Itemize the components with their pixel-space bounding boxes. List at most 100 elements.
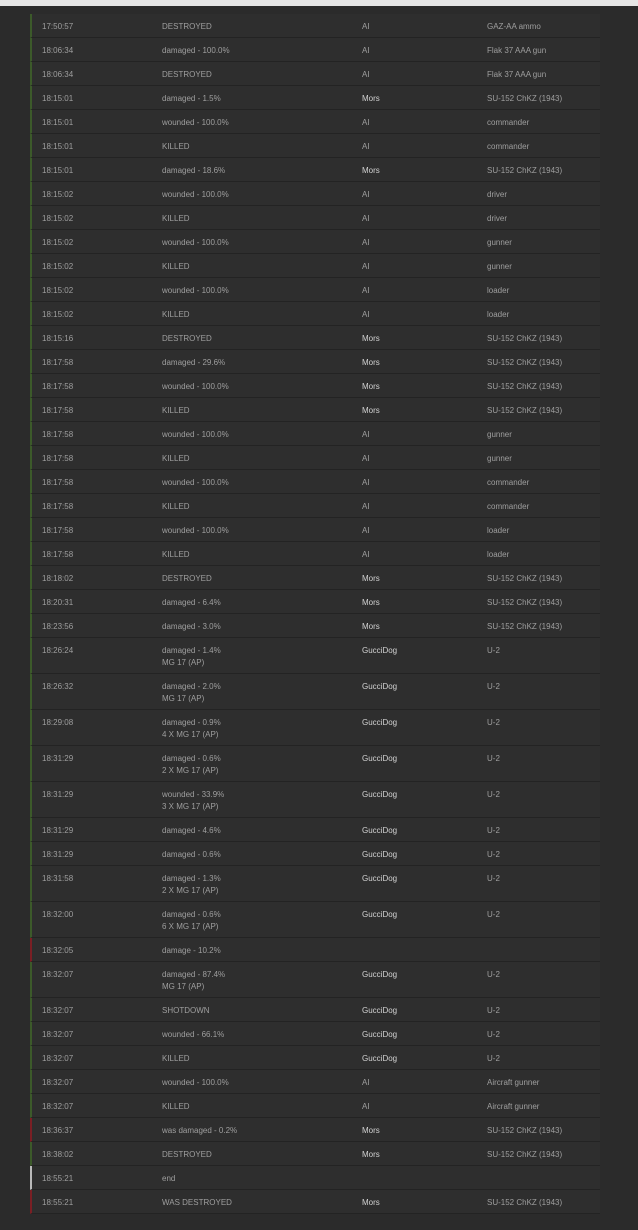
event-player: AI <box>362 1102 370 1111</box>
event-text: KILLED <box>162 142 190 151</box>
event-text: damaged - 100.0% <box>162 46 230 55</box>
event-weapon: 2 X MG 17 (AP) <box>162 886 219 895</box>
log-row: 18:17:58 KILLED Mors SU-152 ChKZ (1943) <box>30 398 600 422</box>
event-target: U-2 <box>487 718 500 727</box>
event-text: WAS DESTROYED <box>162 1198 232 1207</box>
event-time: 18:32:07 <box>42 1006 74 1015</box>
log-row: 18:15:01 damaged - 1.5% Mors SU-152 ChKZ (1… <box>30 86 600 110</box>
event-target: SU-152 ChKZ (1943) <box>487 1126 563 1135</box>
event-description: damaged - 0.6% <box>162 849 221 861</box>
event-text: wounded - 100.0% <box>162 238 229 247</box>
event-text: wounded - 100.0% <box>162 1078 229 1087</box>
event-description: DESTROYED <box>162 1149 212 1161</box>
event-player: AI <box>362 550 370 559</box>
event-text: wounded - 100.0% <box>162 526 229 535</box>
event-target: SU-152 ChKZ (1943) <box>487 406 563 415</box>
event-target: Aircraft gunner <box>487 1102 540 1111</box>
event-target: gunner <box>487 262 512 271</box>
log-row: 18:26:32 damaged - 2.0% MG 17 (AP) GucciDog… <box>30 674 600 710</box>
event-player: AI <box>362 118 370 127</box>
event-player: AI <box>362 526 370 535</box>
event-text: end <box>162 1174 176 1183</box>
event-description: wounded - 100.0% <box>162 189 229 201</box>
log-row: 18:31:29 damaged - 0.6% GucciDog U-2 <box>30 842 600 866</box>
event-text: damaged - 0.9% <box>162 718 221 727</box>
event-description: damaged - 4.6% <box>162 825 221 837</box>
event-target: SU-152 ChKZ (1943) <box>487 94 563 103</box>
event-time: 18:32:05 <box>42 946 74 955</box>
event-player: GucciDog <box>362 1054 398 1063</box>
event-description: WAS DESTROYED <box>162 1197 232 1209</box>
event-description: KILLED <box>162 1053 190 1065</box>
event-player: GucciDog <box>362 850 398 859</box>
event-weapon: 6 X MG 17 (AP) <box>162 922 219 931</box>
event-time: 18:31:29 <box>42 790 74 799</box>
event-text: KILLED <box>162 406 190 415</box>
event-text: was damaged - 0.2% <box>162 1126 238 1135</box>
log-row: 18:17:58 KILLED AI gunner <box>30 446 600 470</box>
event-text: KILLED <box>162 214 190 223</box>
event-text: damaged - 4.6% <box>162 826 221 835</box>
event-player: AI <box>362 142 370 151</box>
event-description: wounded - 100.0% <box>162 525 229 537</box>
event-player: AI <box>362 454 370 463</box>
event-description: SHOTDOWN <box>162 1005 210 1017</box>
event-time: 18:38:02 <box>42 1150 74 1159</box>
event-player: Mors <box>362 94 380 103</box>
event-player: GucciDog <box>362 718 398 727</box>
event-target: SU-152 ChKZ (1943) <box>487 598 563 607</box>
event-player: GucciDog <box>362 754 398 763</box>
event-weapon: 2 X MG 17 (AP) <box>162 766 219 775</box>
event-description: KILLED <box>162 1101 190 1113</box>
event-time: 18:06:34 <box>42 46 74 55</box>
event-time: 17:50:57 <box>42 22 74 31</box>
event-time: 18:55:21 <box>42 1174 74 1183</box>
event-target: SU-152 ChKZ (1943) <box>487 334 563 343</box>
event-time: 18:17:58 <box>42 430 74 439</box>
event-time: 18:17:58 <box>42 502 74 511</box>
event-target: U-2 <box>487 1030 500 1039</box>
event-target: commander <box>487 478 530 487</box>
event-description: damage - 10.2% <box>162 945 221 957</box>
event-weapon: MG 17 (AP) <box>162 658 205 667</box>
event-target: gunner <box>487 238 512 247</box>
event-text: damaged - 87.4% <box>162 970 226 979</box>
log-row: 18:29:08 damaged - 0.9% 4 X MG 17 (AP) Gucc… <box>30 710 600 746</box>
event-target: loader <box>487 526 510 535</box>
log-row: 18:15:02 wounded - 100.0% AI loader <box>30 278 600 302</box>
event-log: 17:50:57 DESTROYED AI GAZ-AA ammo 18:06:34 da… <box>30 14 600 1214</box>
event-text: damaged - 0.6% <box>162 850 221 859</box>
event-target: U-2 <box>487 874 500 883</box>
log-row: 18:32:07 damaged - 87.4% MG 17 (AP) GucciDo… <box>30 962 600 998</box>
event-target: SU-152 ChKZ (1943) <box>487 382 563 391</box>
log-row: 18:55:21 WAS DESTROYED Mors SU-152 ChKZ (19… <box>30 1190 600 1214</box>
log-row: 18:15:02 KILLED AI gunner <box>30 254 600 278</box>
event-target: U-2 <box>487 1054 500 1063</box>
event-description: damaged - 18.6% <box>162 165 225 177</box>
event-player: GucciDog <box>362 682 398 691</box>
event-text: damaged - 18.6% <box>162 166 226 175</box>
event-target: SU-152 ChKZ (1943) <box>487 574 563 583</box>
event-text: DESTROYED <box>162 70 212 79</box>
event-target: loader <box>487 550 510 559</box>
event-player: Mors <box>362 1198 380 1207</box>
event-description: KILLED <box>162 549 190 561</box>
event-text: KILLED <box>162 262 190 271</box>
event-text: DESTROYED <box>162 574 212 583</box>
event-target: loader <box>487 286 510 295</box>
event-player: AI <box>362 262 370 271</box>
event-target: U-2 <box>487 754 500 763</box>
event-player: Mors <box>362 166 380 175</box>
event-description: damaged - 2.0% MG 17 (AP) <box>162 681 221 705</box>
event-time: 18:17:58 <box>42 406 74 415</box>
event-text: damaged - 1.4% <box>162 646 221 655</box>
log-row: 18:32:07 wounded - 100.0% AI Aircraft gunne… <box>30 1070 600 1094</box>
event-description: damaged - 0.6% 6 X MG 17 (AP) <box>162 909 221 933</box>
log-row: 18:15:02 wounded - 100.0% AI gunner <box>30 230 600 254</box>
log-row: 18:32:07 SHOTDOWN GucciDog U-2 <box>30 998 600 1022</box>
event-player: Mors <box>362 358 380 367</box>
event-player: AI <box>362 310 370 319</box>
event-time: 18:17:58 <box>42 550 74 559</box>
event-time: 18:18:02 <box>42 574 74 583</box>
event-description: damaged - 87.4% MG 17 (AP) <box>162 969 225 993</box>
